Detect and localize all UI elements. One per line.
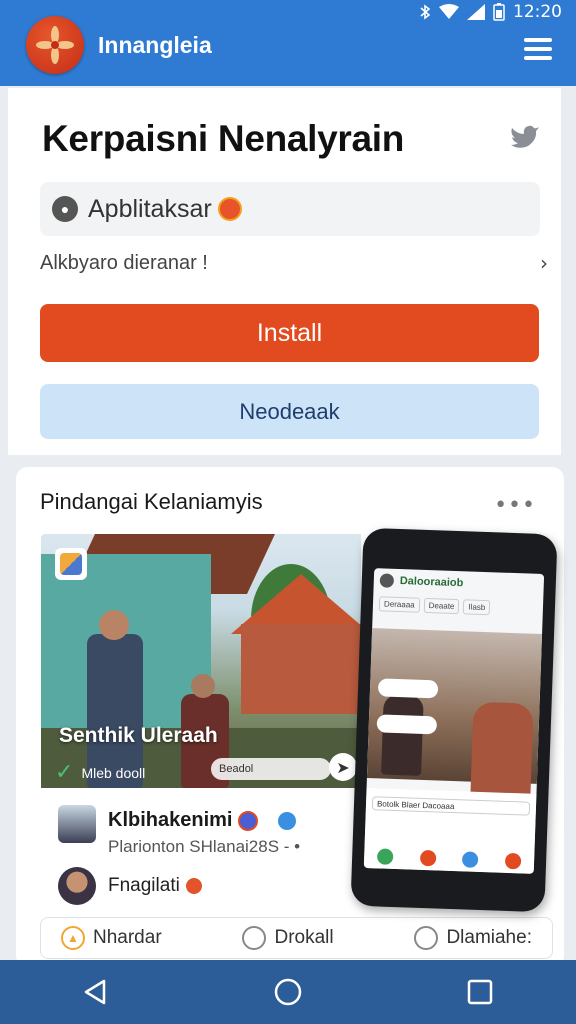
status-time: 12:20 bbox=[513, 2, 562, 22]
phone-footer-line: Botolk Blaer Dacoaaa bbox=[371, 796, 531, 816]
photo-app-badge-icon bbox=[55, 548, 87, 580]
app-title: Innangleia bbox=[98, 32, 212, 58]
app-bar: 12:20 Innangleia bbox=[0, 0, 576, 86]
back-triangle-icon bbox=[84, 979, 106, 1005]
author-name-row: Klbihakenimi bbox=[108, 809, 297, 832]
phone-photo bbox=[366, 628, 543, 844]
chat-action[interactable]: Dlamiahe: bbox=[414, 926, 532, 950]
fire-icon bbox=[185, 878, 202, 894]
category-chip[interactable]: ● Apblitaksar bbox=[40, 182, 540, 236]
back-button[interactable] bbox=[66, 967, 126, 1017]
phone-screen: Dalooraaiob Deraaaa Deaate Ilasb Botolk … bbox=[363, 568, 545, 874]
comment-icon bbox=[242, 926, 267, 950]
comment-action[interactable]: Drokall bbox=[242, 926, 334, 950]
category-label: Apblitaksar bbox=[88, 194, 212, 223]
phone-chat-bubble bbox=[377, 678, 439, 699]
author-avatar bbox=[58, 805, 96, 843]
share-arrow-icon[interactable]: ➤ bbox=[329, 753, 357, 781]
status-bar: 12:20 bbox=[419, 2, 562, 22]
phone-footer: Botolk Blaer Dacoaaa bbox=[363, 787, 537, 874]
globe-icon bbox=[462, 851, 479, 868]
check-icon: ✓ bbox=[55, 760, 74, 785]
reaction-bar: ▲ Nhardar Drokall Dlamiahe: bbox=[40, 917, 553, 959]
chevron-right-icon: › bbox=[540, 251, 548, 275]
photo-subcaption: ✓ Mleb dooll bbox=[55, 760, 146, 785]
more-options-icon[interactable]: ••• bbox=[494, 493, 536, 518]
home-button[interactable] bbox=[258, 967, 318, 1017]
details-link[interactable]: Alkbyaro dieranar ! › bbox=[40, 248, 548, 278]
twitter-bird-icon[interactable] bbox=[509, 122, 541, 152]
recents-button[interactable] bbox=[450, 967, 510, 1017]
post-author[interactable]: Klbihakenimi Plarionton SHlanai28S - • bbox=[58, 805, 358, 865]
app-info-card: Kerpaisni Nenalyrain ● Apblitaksar Alkby… bbox=[8, 88, 561, 455]
chat-icon bbox=[414, 926, 439, 950]
category-icon: ● bbox=[52, 196, 78, 222]
battery-icon bbox=[493, 3, 505, 21]
install-button[interactable]: Install bbox=[40, 304, 539, 362]
system-nav-bar bbox=[0, 960, 576, 1024]
menu-button[interactable] bbox=[524, 38, 552, 60]
wifi-icon bbox=[439, 4, 459, 19]
details-label: Alkbyaro dieranar ! bbox=[40, 251, 208, 274]
bluetooth-icon bbox=[420, 4, 431, 20]
phone-mockup: Dalooraaiob Deraaaa Deaate Ilasb Botolk … bbox=[350, 527, 558, 913]
thumbs-up-icon: ▲ bbox=[61, 926, 85, 950]
home-icon bbox=[377, 848, 394, 865]
post-photo[interactable]: Senthik Uleraah ✓ Mleb dooll Beadol ➤ bbox=[41, 534, 361, 788]
verified-icon bbox=[278, 811, 297, 830]
flame-badge-icon bbox=[217, 197, 242, 221]
author-meta: Plarionton SHlanai28S - • bbox=[108, 837, 301, 856]
phone-nav bbox=[364, 848, 534, 870]
recents-square-icon bbox=[467, 979, 493, 1005]
phone-chat-bubble bbox=[376, 714, 438, 735]
commenter[interactable]: Fnagilati bbox=[58, 867, 298, 907]
phone-chips: Deraaaa Deaate Ilasb bbox=[373, 592, 544, 621]
badge-icon bbox=[238, 810, 259, 831]
commenter-avatar bbox=[58, 867, 96, 905]
post-title: Pindangai Kelaniamyis bbox=[40, 489, 263, 514]
like-action[interactable]: ▲ Nhardar bbox=[61, 926, 162, 950]
phone-avatar-icon bbox=[379, 573, 395, 588]
home-circle-icon bbox=[274, 978, 302, 1006]
secondary-button[interactable]: Neodeaak bbox=[40, 384, 539, 439]
record-icon bbox=[419, 849, 437, 867]
commenter-name-row: Fnagilati bbox=[108, 875, 202, 897]
menu-icon bbox=[524, 38, 552, 42]
photo-comment-input[interactable]: Beadol bbox=[211, 758, 331, 780]
flower-logo-icon bbox=[36, 26, 74, 64]
target-icon bbox=[504, 852, 522, 870]
signal-icon bbox=[467, 4, 485, 20]
photo-caption: Senthik Uleraah bbox=[59, 724, 218, 747]
page-title: Kerpaisni Nenalyrain bbox=[42, 118, 405, 159]
app-logo[interactable] bbox=[26, 16, 84, 74]
